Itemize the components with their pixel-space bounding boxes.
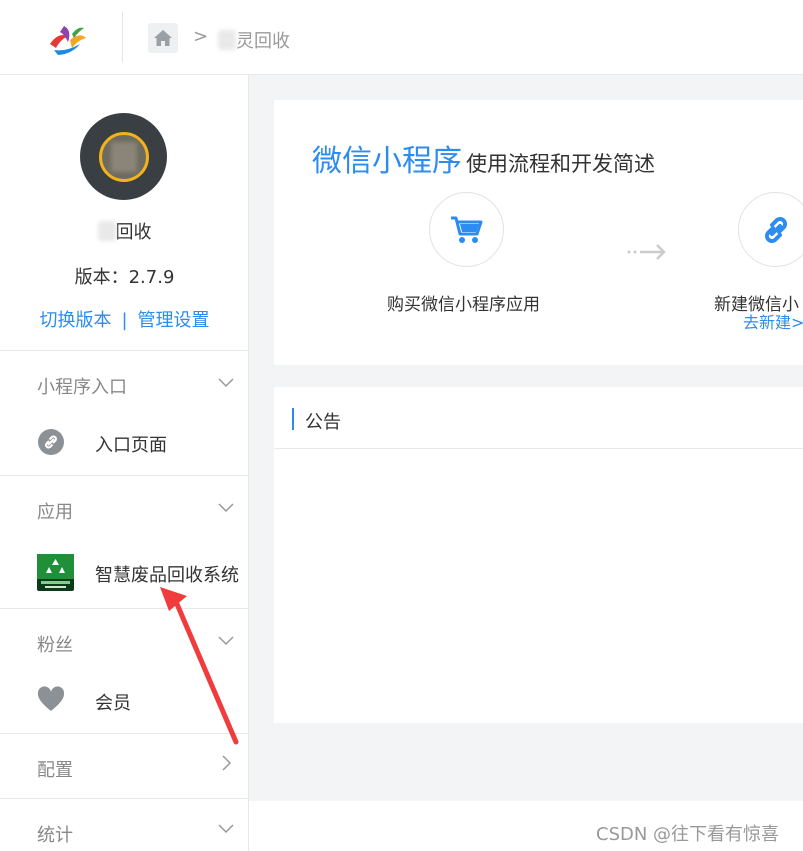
nav-section-apps: 应用 智慧废品回收系统 (0, 475, 249, 608)
nav-section-config: 配置 (0, 733, 249, 798)
breadcrumb-current: 灵回收 (218, 27, 290, 53)
divider (122, 12, 123, 62)
arrow-right-icon (627, 244, 666, 260)
create-link[interactable]: 去新建> (743, 309, 803, 333)
announcement-card: 公告 (274, 387, 803, 723)
sidebar-item-label: 智慧废品回收系统 (95, 565, 239, 586)
home-button[interactable] (148, 23, 178, 53)
nav-section-title[interactable]: 粉丝 (37, 631, 73, 657)
breadcrumb-current-label: 灵回收 (236, 31, 290, 52)
card-title: 微信小程序 使用流程和开发简述 (312, 136, 655, 180)
nav-section-fans: 粉丝 会员 (0, 608, 249, 733)
avatar (80, 113, 167, 200)
app-version: 版本：2.7.9 (74, 267, 175, 288)
sidebar-item-recycle-system[interactable]: 智慧废品回收系统 (0, 540, 249, 598)
nav-section-title[interactable]: 统计 (37, 821, 73, 847)
app-name-label: 回收 (115, 222, 152, 243)
link-icon (38, 429, 64, 455)
recycle-app-icon (37, 554, 74, 591)
switch-version-link[interactable]: 切换版本 (39, 310, 111, 331)
sidebar-item-label: 会员 (95, 693, 131, 714)
blurred-text (97, 221, 116, 241)
usage-flow-card: 微信小程序 使用流程和开发简述 购买微信小程序应用 新建微信小 去新建> (274, 100, 803, 365)
avatar-ring (98, 131, 149, 182)
app-name: 回收 (0, 218, 249, 244)
chevron-down-icon[interactable] (217, 373, 235, 391)
chevron-right-icon[interactable] (217, 754, 235, 772)
nav-section-title[interactable]: 小程序入口 (37, 373, 127, 399)
link-separator: | (121, 310, 128, 331)
chevron-down-icon[interactable] (217, 819, 235, 837)
sidebar-item-entry-page[interactable]: 入口页面 (0, 413, 249, 471)
link-icon (764, 216, 787, 243)
heart-icon (37, 686, 65, 711)
chevron-down-icon[interactable] (217, 631, 235, 649)
top-bar: > 灵回收 (0, 0, 803, 75)
breadcrumb-separator: > (193, 26, 209, 47)
announcement-title: 公告 (305, 412, 341, 433)
nav-section-miniprogram-entry: 小程序入口 入口页面 (0, 350, 249, 475)
app-logo[interactable] (46, 22, 88, 56)
avatar-image (110, 141, 137, 172)
card-title-sub: 使用流程和开发简述 (466, 152, 655, 176)
cart-icon (450, 216, 482, 243)
title-accent-bar (292, 408, 294, 430)
chevron-down-icon[interactable] (217, 498, 235, 516)
sidebar-item-members[interactable]: 会员 (0, 671, 249, 729)
step-buy-button[interactable] (429, 192, 504, 267)
nav-section-title[interactable]: 配置 (37, 756, 73, 782)
nav-section-stats: 统计 (0, 798, 249, 851)
nav-section-title[interactable]: 应用 (37, 498, 73, 524)
announcement-header: 公告 (274, 387, 803, 449)
watermark: CSDN @往下看有惊喜 (596, 824, 780, 845)
sidebar-links: 切换版本 | 管理设置 (0, 306, 249, 332)
step-create-button[interactable] (738, 192, 803, 267)
main-content: 微信小程序 使用流程和开发简述 购买微信小程序应用 新建微信小 去新建> 公告 (249, 75, 803, 801)
step-label: 购买微信小程序应用 (387, 295, 540, 315)
sidebar-item-label: 入口页面 (95, 435, 167, 456)
blurred-text (218, 30, 236, 50)
card-title-main: 微信小程序 (312, 144, 462, 179)
manage-settings-link[interactable]: 管理设置 (138, 310, 210, 331)
sidebar: 回收 版本：2.7.9 切换版本 | 管理设置 小程序入口 入口页面 应用 智慧… (0, 75, 249, 851)
home-icon (154, 30, 172, 46)
